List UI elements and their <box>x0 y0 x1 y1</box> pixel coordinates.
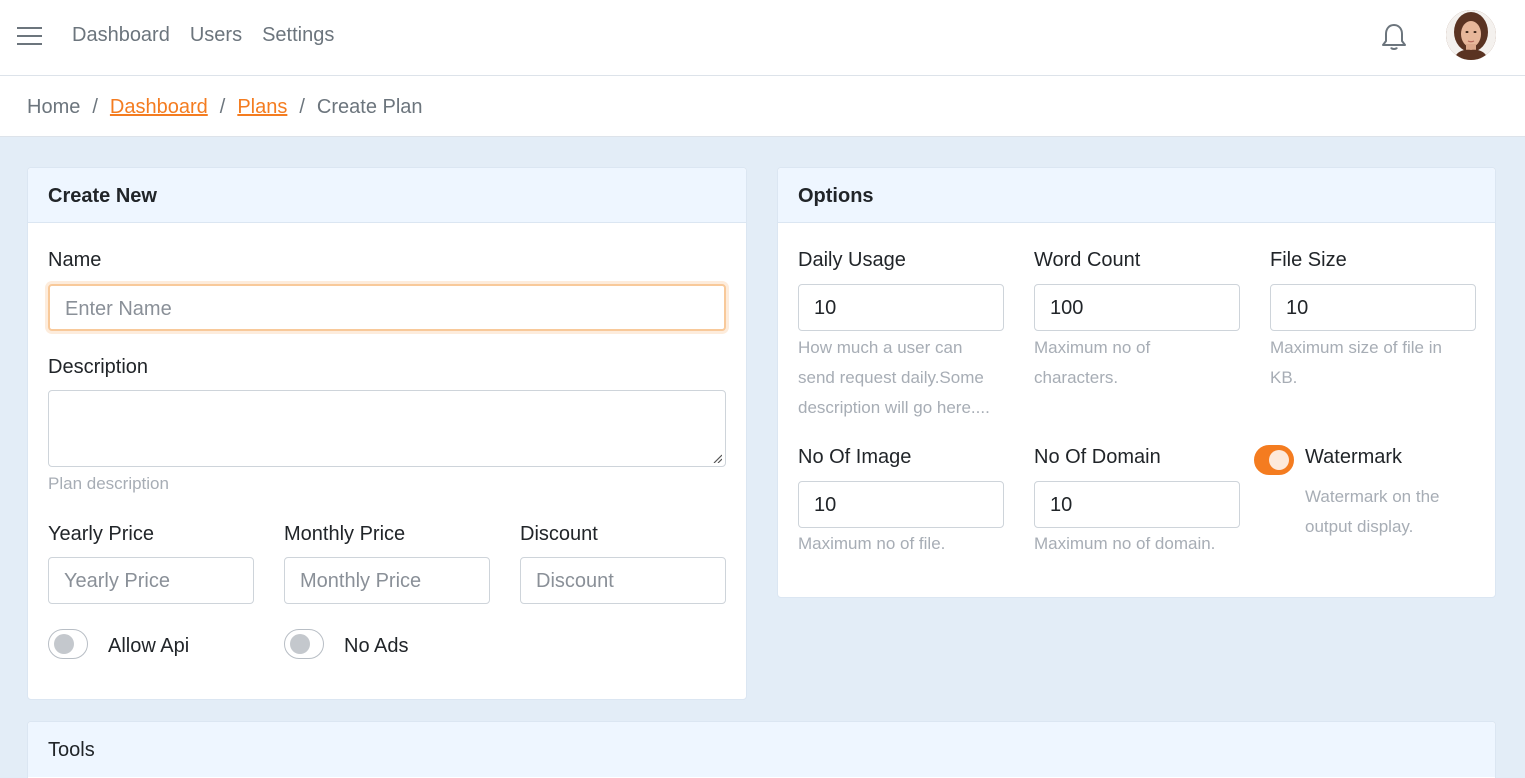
breadcrumb-separator: / <box>219 96 226 118</box>
file-size-help-line: KB. <box>1270 368 1298 387</box>
yearly-price-label: Yearly Price <box>48 523 154 545</box>
daily-usage-help-line: description will go here.... <box>798 398 990 417</box>
breadcrumb-home: Home <box>27 96 81 118</box>
breadcrumb-separator: / <box>92 96 98 118</box>
yearly-price-input[interactable]: Yearly Price <box>48 557 254 604</box>
options-title: Options <box>778 168 1495 223</box>
breadcrumb: Home / Dashboard / Plans / Create Plan <box>27 96 423 119</box>
options-card: Options Daily Usage 10 How much a user c… <box>777 167 1496 598</box>
file-size-help-line: Maximum size of file in <box>1270 338 1442 357</box>
breadcrumb-bar: Home / Dashboard / Plans / Create Plan <box>0 76 1525 137</box>
daily-usage-help: How much a user can send request daily.S… <box>798 333 990 423</box>
breadcrumb-separator: / <box>299 96 305 118</box>
description-textarea[interactable] <box>48 390 726 467</box>
watermark-help-line: Watermark on the <box>1305 487 1440 506</box>
nav-links: Dashboard Users Settings <box>72 24 334 47</box>
resize-handle-icon[interactable] <box>712 453 722 463</box>
monthly-price-label: Monthly Price <box>284 523 406 545</box>
no-of-domain-input[interactable]: 10 <box>1034 481 1240 528</box>
discount-label: Discount <box>520 523 598 545</box>
file-size-help: Maximum size of file in KB. <box>1270 333 1442 393</box>
discount-input[interactable]: Discount <box>520 557 726 604</box>
watermark-help-line: output display. <box>1305 517 1414 536</box>
watermark-label: Watermark <box>1305 446 1403 468</box>
allow-api-toggle[interactable] <box>48 629 88 659</box>
watermark-help: Watermark on the output display. <box>1305 482 1439 542</box>
daily-usage-label: Daily Usage <box>798 249 906 271</box>
watermark-toggle[interactable] <box>1254 445 1294 475</box>
name-input[interactable]: Enter Name <box>48 284 726 331</box>
word-count-label: Word Count <box>1034 249 1141 271</box>
description-label: Description <box>48 356 149 378</box>
file-size-input[interactable]: 10 <box>1270 284 1476 331</box>
breadcrumb-dashboard-link[interactable]: Dashboard <box>110 96 208 119</box>
breadcrumb-plans-link[interactable]: Plans <box>237 96 287 119</box>
daily-usage-help-line: How much a user can <box>798 338 963 357</box>
breadcrumb-current: Create Plan <box>316 96 423 118</box>
no-of-domain-label: No Of Domain <box>1034 446 1161 468</box>
daily-usage-help-line: send request daily.Some <box>798 368 984 387</box>
nav-link-dashboard[interactable]: Dashboard <box>72 24 170 47</box>
tools-title: Tools <box>28 722 1495 777</box>
bell-icon[interactable] <box>1380 22 1408 52</box>
monthly-price-input[interactable]: Monthly Price <box>284 557 490 604</box>
file-size-label: File Size <box>1270 249 1347 271</box>
menu-icon[interactable] <box>17 27 42 47</box>
name-label: Name <box>48 249 102 271</box>
create-new-title: Create New <box>28 168 746 223</box>
allow-api-label: Allow Api <box>108 635 190 657</box>
no-of-image-label: No Of Image <box>798 446 912 468</box>
daily-usage-input[interactable]: 10 <box>798 284 1004 331</box>
word-count-help-line: characters. <box>1034 368 1119 387</box>
no-of-image-help: Maximum no of file. <box>798 534 946 553</box>
nav-link-settings[interactable]: Settings <box>262 24 334 47</box>
description-help: Plan description <box>48 474 169 493</box>
create-new-card: Create New Name Enter Name Description P… <box>27 167 747 700</box>
nav-link-users[interactable]: Users <box>190 24 242 47</box>
top-navbar: Dashboard Users Settings <box>0 0 1525 76</box>
word-count-help: Maximum no of characters. <box>1034 333 1150 393</box>
no-of-domain-help: Maximum no of domain. <box>1034 534 1216 553</box>
word-count-input[interactable]: 100 <box>1034 284 1240 331</box>
no-of-image-input[interactable]: 10 <box>798 481 1004 528</box>
tools-card: Tools <box>27 721 1496 778</box>
user-avatar[interactable] <box>1446 10 1496 60</box>
word-count-help-line: Maximum no of <box>1034 338 1151 357</box>
no-ads-toggle[interactable] <box>284 629 324 659</box>
no-ads-label: No Ads <box>344 635 409 657</box>
